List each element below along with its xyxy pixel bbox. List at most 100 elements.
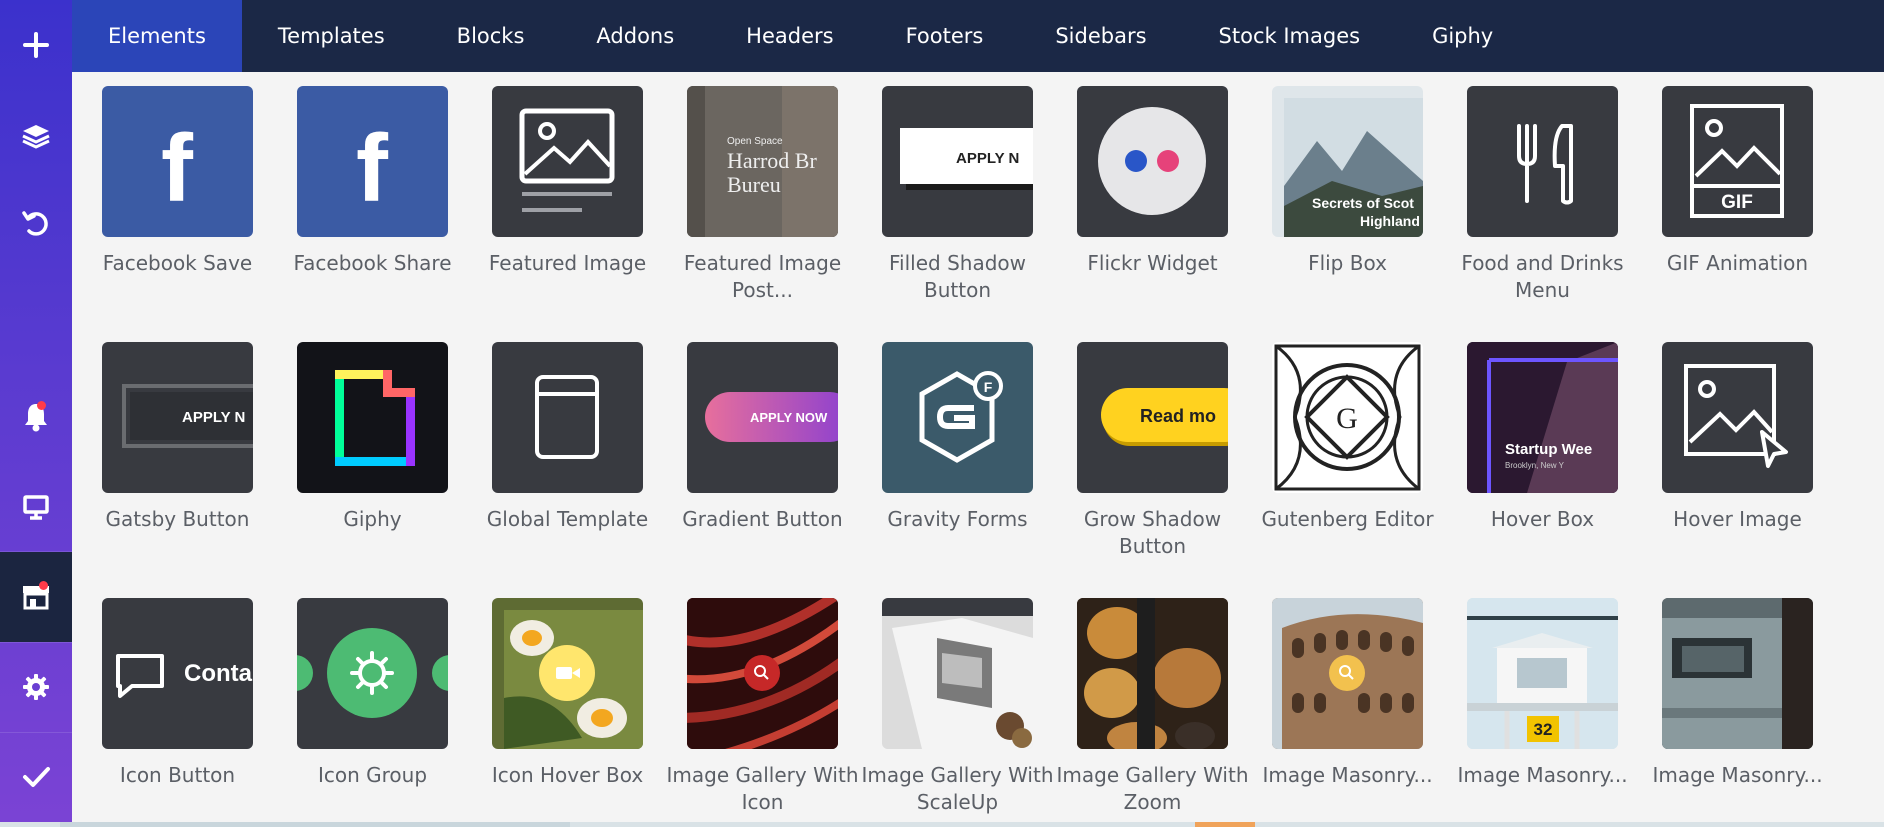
tab-blocks[interactable]: Blocks [421, 0, 561, 72]
tab-templates[interactable]: Templates [242, 0, 421, 72]
search-icon [687, 598, 838, 749]
element-flip-box[interactable]: Secrets of Scot Highland Flip Box [1272, 72, 1423, 292]
notifications-button[interactable] [0, 372, 72, 462]
thumb-text: Read mo [1140, 406, 1216, 426]
page-builder: Elements Templates Blocks Addons Headers… [0, 0, 1884, 827]
tab-giphy[interactable]: Giphy [1396, 0, 1529, 72]
element-filled-shadow-button[interactable]: APPLY N Filled Shadow Button [882, 72, 1033, 302]
publish-button[interactable] [0, 732, 72, 822]
hub-badge [39, 581, 48, 590]
element-icon-button[interactable]: Conta Icon Button [102, 584, 253, 804]
preview-button[interactable] [0, 462, 72, 552]
fork-knife-icon [1467, 86, 1618, 237]
thumb-text: G [1336, 402, 1358, 435]
thumb-text: Startup Wee [1505, 441, 1592, 458]
thumb-text: APPLY NOW [750, 410, 828, 425]
gravity-forms-icon: F [882, 342, 1033, 493]
facebook-icon: f [102, 86, 253, 237]
element-label: Icon Button [119, 763, 236, 787]
comment-icon: Conta [102, 598, 253, 749]
button-thumb: APPLY N [882, 86, 1033, 237]
tab-sidebars[interactable]: Sidebars [1019, 0, 1182, 72]
element-gif-animation[interactable]: GIF GIF Animation [1662, 72, 1813, 292]
hub-button[interactable] [0, 552, 72, 642]
element-label: Global Template [486, 507, 649, 531]
hover-box-thumb: Startup Wee Brooklyn, New Y [1467, 342, 1618, 493]
mountain-photo: Secrets of Scot Highland [1272, 86, 1423, 237]
hub-tabs: Elements Templates Blocks Addons Headers… [72, 0, 1884, 72]
element-gravity-forms[interactable]: F Gravity Forms [882, 328, 1033, 548]
element-hover-box[interactable]: Startup Wee Brooklyn, New Y Hover Box [1467, 328, 1618, 548]
element-image-masonry-3[interactable]: Image Masonry... [1652, 584, 1823, 804]
element-label: Hover Box [1490, 507, 1595, 531]
left-sidebar [0, 0, 72, 827]
add-button[interactable] [0, 0, 72, 90]
element-label: Featured Image Post... [683, 251, 842, 302]
element-flickr-widget[interactable]: Flickr Widget [1077, 72, 1228, 292]
element-featured-image[interactable]: Featured Image [489, 72, 646, 292]
element-label: Flickr Widget [1087, 251, 1218, 275]
element-label: Grow Shadow Button [1083, 507, 1222, 558]
element-facebook-save[interactable]: f Facebook Save [102, 72, 253, 292]
tab-stock-images[interactable]: Stock Images [1183, 0, 1397, 72]
thumb-text: APPLY N [182, 409, 245, 426]
element-facebook-share[interactable]: f Facebook Share [293, 72, 452, 292]
element-label: Gatsby Button [105, 507, 250, 531]
element-gutenberg-editor[interactable]: G Gutenberg Editor [1261, 328, 1434, 548]
bread-photo [1077, 598, 1228, 749]
image-icon [492, 86, 643, 237]
gear-icon [23, 674, 49, 700]
layers-icon [22, 125, 50, 149]
element-giphy[interactable]: Giphy [297, 328, 448, 548]
layers-button[interactable] [0, 92, 72, 182]
element-label: Facebook Save [102, 251, 253, 275]
button-thumb: APPLY NOW [687, 342, 838, 493]
element-icon-group[interactable]: Icon Group [297, 584, 448, 804]
thumb-text: Conta [184, 660, 253, 687]
thumb-text: Bureu [727, 172, 781, 197]
element-hover-image[interactable]: Hover Image [1662, 328, 1813, 548]
history-button[interactable] [0, 178, 72, 268]
notification-badge [37, 401, 46, 410]
check-icon [23, 767, 50, 787]
gif-icon: GIF [1662, 86, 1813, 237]
tab-addons[interactable]: Addons [560, 0, 710, 72]
facebook-icon: f [297, 86, 448, 237]
thumb-text: Open Space [727, 136, 783, 147]
thumb-text: 32 [1534, 720, 1553, 739]
element-gradient-button[interactable]: APPLY NOW Gradient Button [682, 328, 843, 548]
element-featured-image-post[interactable]: Open Space Harrod Br Bureu Featured Imag… [684, 72, 841, 302]
tab-headers[interactable]: Headers [710, 0, 869, 72]
element-label: Image Masonry... [1262, 763, 1433, 787]
van-photo [1662, 598, 1813, 749]
element-image-gallery-with-icon[interactable]: Image Gallery With Icon [667, 584, 859, 814]
element-food-and-drinks-menu[interactable]: Food and Drinks Menu [1461, 72, 1624, 302]
thumb-text: Harrod Br [727, 148, 817, 173]
thumb-text: Brooklyn, New Y [1505, 461, 1565, 470]
svg-text:f: f [161, 115, 194, 222]
element-label: Gradient Button [682, 507, 843, 531]
element-gatsby-button[interactable]: APPLY N Gatsby Button [102, 328, 253, 548]
tab-elements[interactable]: Elements [72, 0, 242, 72]
settings-button[interactable] [0, 642, 72, 732]
element-icon-hover-box[interactable]: Icon Hover Box [492, 584, 643, 804]
book-photo [882, 598, 1033, 749]
element-image-gallery-with-scaleup[interactable]: Image Gallery With ScaleUp [862, 584, 1054, 814]
element-image-gallery-with-zoom[interactable]: Image Gallery With Zoom [1057, 584, 1249, 814]
element-label: Gutenberg Editor [1261, 507, 1434, 531]
gutenberg-icon: G [1272, 342, 1423, 493]
thumb-text: Highland [1360, 213, 1420, 229]
element-grow-shadow-button[interactable]: Read mo Grow Shadow Button [1077, 328, 1228, 558]
element-label: Icon Hover Box [491, 763, 644, 787]
element-image-masonry-2[interactable]: 32 Image Masonry... [1457, 584, 1628, 804]
monitor-icon [23, 495, 49, 520]
undo-icon [22, 211, 48, 236]
svg-text:f: f [356, 115, 389, 222]
tab-footers[interactable]: Footers [870, 0, 1020, 72]
element-label: Gravity Forms [887, 507, 1028, 531]
element-image-masonry-1[interactable]: Image Masonry... [1262, 584, 1433, 804]
element-global-template[interactable]: Global Template [487, 328, 648, 548]
thumb-text: APPLY N [956, 150, 1019, 167]
element-label: GIF Animation [1666, 251, 1809, 275]
button-thumb: Read mo [1077, 342, 1228, 493]
